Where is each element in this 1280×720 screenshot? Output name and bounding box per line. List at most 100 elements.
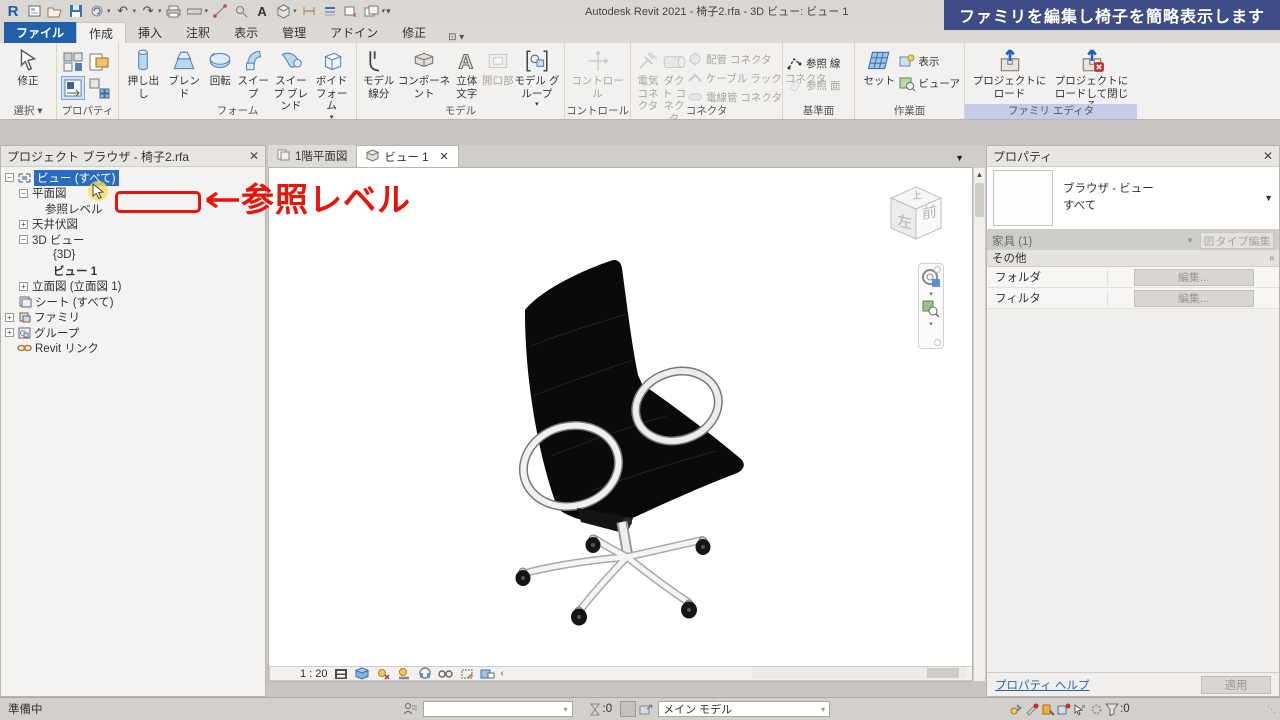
wheel-dropdown-icon[interactable]: ▾ [929,290,933,298]
link-model-icon[interactable] [638,701,654,717]
default-3d-view-icon[interactable] [274,3,292,19]
model-group-button[interactable]: モデル グループ▾ [514,46,560,110]
view-tab-view1[interactable]: ビュー 1 ✕ [357,145,458,167]
thin-lines-icon[interactable] [321,3,339,19]
sun-path-icon[interactable] [375,666,391,682]
component-button[interactable]: コンポーネント [397,46,452,100]
section-other[interactable]: その他 ¤ [987,250,1279,267]
modify-button[interactable]: 修正 [4,46,52,88]
worksets-icon[interactable] [403,701,419,717]
tree-item-3d-views[interactable]: − 3D ビュー [5,232,265,248]
set-workplane-button[interactable]: セット [859,46,899,88]
sync-icon[interactable] [88,3,106,19]
detail-level-icon[interactable] [333,666,349,682]
tab-file[interactable]: ファイル [4,22,76,43]
type-properties-button[interactable] [87,76,111,100]
close-hidden-windows-icon[interactable]: x [342,3,360,19]
select-toggle-icon[interactable] [1072,701,1088,717]
design-options-icon[interactable] [587,701,603,717]
scroll-up-icon[interactable]: ▲ [974,168,985,182]
view-scale[interactable]: 1 : 20 [300,668,328,680]
viewer-button[interactable]: ビューア [899,74,960,92]
section-icon[interactable] [300,3,318,19]
type-selector-dropdown-icon[interactable]: ▼ [1264,193,1273,203]
view-list-dropdown-icon[interactable]: ▼ [955,153,964,163]
main-model-select[interactable]: メイン モデル▾ [658,701,830,717]
temporary-hide-icon[interactable] [438,666,454,682]
category-dropdown-icon[interactable]: ▼ [1186,236,1194,245]
request-status-icon[interactable] [1056,701,1072,717]
ribbon-display-toggle-icon[interactable]: ⊡ ▾ [448,32,464,43]
vertical-scrollbar-thumb[interactable] [975,183,984,217]
undo-dropdown-icon[interactable]: ▾ [133,7,137,15]
collapse-icon[interactable]: − [19,189,28,198]
editable-only-icon[interactable] [1024,701,1040,717]
tree-item-elevations[interactable]: + 立面図 (立面図 1) [5,279,265,295]
section-pin-icon[interactable]: ¤ [1270,254,1274,263]
expand-icon[interactable]: + [5,328,14,337]
text-icon[interactable]: A [253,3,271,19]
tab-addins[interactable]: アドイン [318,22,390,43]
tab-annotate[interactable]: 注釈 [174,22,222,43]
customize-qat-icon[interactable]: ▾ [386,6,391,17]
home-icon[interactable] [25,3,43,19]
tab-view[interactable]: 表示 [222,22,270,43]
tree-item-sheets[interactable]: シート (すべて) [5,294,265,310]
type-selector[interactable]: ブラウザ - ビュー すべて ▼ [987,167,1279,231]
collapse-icon[interactable]: − [5,173,14,182]
redo-dropdown-icon[interactable]: ▾ [158,7,162,15]
revolve-button[interactable]: 回転 [205,46,236,88]
extrusion-button[interactable]: 押し出し [123,46,164,100]
exclude-options-toggle-icon[interactable] [620,701,636,717]
render-icon[interactable] [417,666,433,682]
chair-3d-model[interactable] [481,226,781,646]
switch-windows-dropdown-icon[interactable]: ▾ [382,7,386,15]
filter-icon[interactable] [1104,701,1120,717]
switch-windows-icon[interactable] [363,3,381,19]
sync-dropdown-icon[interactable]: ▾ [107,7,111,15]
measure-icon[interactable] [186,3,204,19]
family-category-button[interactable] [61,50,85,74]
horizontal-scrollbar[interactable] [752,667,967,679]
tree-item-families[interactable]: + ファミリ [5,310,265,326]
crop-visibility-icon[interactable] [480,666,496,682]
panel-properties-footer[interactable]: プロパティ [57,104,118,119]
close-view-icon[interactable]: ✕ [440,150,449,163]
load-into-project-button[interactable]: プロジェクトに ロード [969,46,1050,100]
undo-icon[interactable]: ↶ [114,3,132,19]
tab-insert[interactable]: 挿入 [126,22,174,43]
sweep-blend-button[interactable]: スイープ ブレンド [270,46,311,113]
crop-region-icon[interactable] [459,666,475,682]
navbar-handle-icon[interactable] [934,266,941,273]
shadows-icon[interactable] [396,666,412,682]
model-line-button[interactable]: モデル 線分 [361,46,397,100]
workset-status-icon[interactable] [1040,701,1056,717]
show-workplane-button[interactable]: 表示 [899,52,960,70]
open-file-icon[interactable] [46,3,64,19]
drawing-canvas[interactable]: 上 左 前 ▾ ▾ 1 : 20 [268,167,973,682]
view-tab-floor-plan[interactable]: 1階平面図 [268,145,357,167]
zoom-tool-icon[interactable] [922,300,940,318]
expand-icon[interactable]: + [5,313,14,322]
workset-select[interactable]: ▾ [423,701,573,717]
tab-manage[interactable]: 管理 [270,22,318,43]
navbar-options-icon[interactable] [934,339,941,346]
properties-help-link[interactable]: プロパティ ヘルプ [995,677,1090,693]
visual-style-icon[interactable] [354,666,370,682]
tree-item-ceiling-plans[interactable]: + 天井伏図 [5,217,265,233]
horizontal-scrollbar-thumb[interactable] [927,668,959,678]
tree-item-3d[interactable]: {3D} [5,248,265,264]
panel-select-footer[interactable]: 選択 ▾ [0,104,56,119]
aligned-dimension-icon[interactable] [211,3,229,19]
load-into-project-close-button[interactable]: プロジェクトに ロードして閉じる [1050,46,1133,113]
save-icon[interactable] [67,3,85,19]
expand-icon[interactable]: + [19,282,28,291]
tab-create[interactable]: 作成 [76,22,126,43]
sweep-button[interactable]: スイープ [236,46,271,100]
blend-button[interactable]: ブレンド [164,46,205,100]
properties-close-icon[interactable]: ✕ [1263,149,1273,163]
tab-modify[interactable]: 修正 [390,22,438,43]
expand-icon[interactable]: + [19,220,28,229]
resize-grip-icon[interactable]: ⋱ [1267,704,1276,715]
tree-item-revit-links[interactable]: Revit リンク [5,341,265,357]
